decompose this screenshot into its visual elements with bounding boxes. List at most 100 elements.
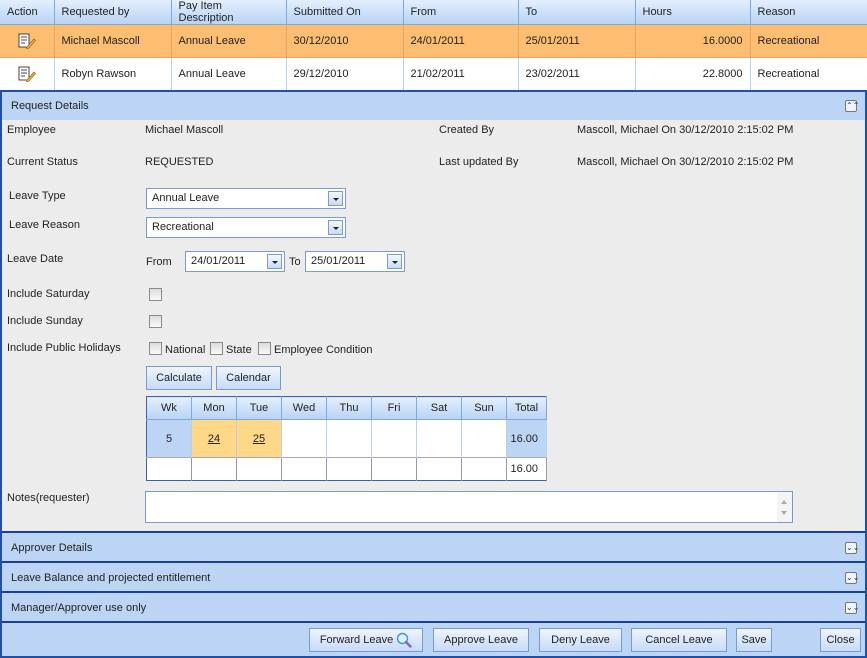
scroll-up-icon[interactable] bbox=[781, 500, 787, 504]
national-checkbox[interactable] bbox=[149, 342, 162, 355]
double-chevron-down-icon[interactable]: ⌄⌄ bbox=[845, 572, 859, 584]
include-public-holidays-label: Include Public Holidays bbox=[7, 342, 121, 354]
column-header-from[interactable]: From bbox=[403, 0, 519, 25]
table-row[interactable]: Michael Mascoll Annual Leave 30/12/2010 … bbox=[0, 24, 867, 58]
calculate-button[interactable]: Calculate bbox=[146, 366, 212, 390]
leave-balance-header[interactable]: Leave Balance and projected entitlement … bbox=[2, 561, 865, 591]
submitted-on-cell[interactable]: 30/12/2010 bbox=[286, 24, 404, 58]
column-header-reason[interactable]: Reason bbox=[750, 0, 867, 25]
calendar-header-row: Wk Mon Tue Wed Thu Fri Sat Sun Total bbox=[146, 396, 547, 420]
requested-by-cell[interactable]: Michael Mascoll bbox=[54, 24, 172, 58]
requested-by-cell[interactable]: Robyn Rawson bbox=[54, 57, 172, 91]
summary-empty-cell bbox=[371, 457, 417, 481]
current-status-label: Current Status bbox=[7, 156, 78, 168]
hours-cell[interactable]: 16.0000 bbox=[635, 24, 751, 58]
to-date-picker[interactable]: 25/01/2011 bbox=[305, 251, 405, 272]
reason-cell[interactable]: Recreational bbox=[750, 24, 867, 58]
notes-label: Notes(requester) bbox=[7, 492, 90, 504]
submitted-on-cell[interactable]: 29/12/2010 bbox=[286, 57, 404, 91]
column-header-hours[interactable]: Hours bbox=[635, 0, 751, 25]
scroll-down-icon[interactable] bbox=[781, 511, 787, 515]
day-cell-tue[interactable]: 25 bbox=[236, 419, 282, 458]
calendar-week-row: 5 24 25 16.00 bbox=[146, 419, 547, 458]
day-link[interactable]: 25 bbox=[253, 433, 265, 445]
column-header-requested-by[interactable]: Requested by bbox=[54, 0, 172, 25]
leave-reason-select[interactable]: Recreational bbox=[146, 217, 346, 238]
summary-empty-cell bbox=[191, 457, 237, 481]
leave-type-select[interactable]: Annual Leave bbox=[146, 188, 346, 209]
week-total-cell: 16.00 bbox=[506, 419, 547, 458]
calendar-header-tue: Tue bbox=[236, 396, 282, 420]
reason-cell[interactable]: Recreational bbox=[750, 57, 867, 91]
dropdown-arrow-icon[interactable] bbox=[328, 220, 343, 235]
summary-empty-cell bbox=[146, 457, 192, 481]
close-button[interactable]: Close bbox=[820, 628, 861, 652]
to-date-value: 25/01/2011 bbox=[311, 255, 366, 267]
forward-leave-button[interactable]: Forward Leave bbox=[309, 628, 423, 652]
leave-date-label: Leave Date bbox=[7, 253, 64, 265]
from-cell[interactable]: 24/01/2011 bbox=[403, 24, 519, 58]
notes-textarea[interactable] bbox=[145, 491, 793, 523]
save-button[interactable]: Save bbox=[736, 628, 772, 652]
dropdown-arrow-icon[interactable] bbox=[328, 191, 343, 206]
column-header-pay-item[interactable]: Pay Item Description bbox=[171, 0, 287, 25]
pay-item-cell[interactable]: Annual Leave bbox=[171, 57, 287, 91]
column-header-submitted-on[interactable]: Submitted On bbox=[286, 0, 404, 25]
include-sunday-label: Include Sunday bbox=[7, 315, 83, 327]
summary-empty-cell bbox=[461, 457, 507, 481]
employee-condition-label[interactable]: Employee Condition bbox=[274, 344, 372, 356]
double-chevron-down-icon[interactable]: ⌄⌄ bbox=[845, 602, 859, 614]
edit-document-icon[interactable] bbox=[18, 33, 36, 50]
approver-details-header[interactable]: Approver Details ⌄⌄ bbox=[2, 531, 865, 561]
edit-document-icon[interactable] bbox=[18, 66, 36, 83]
calendar-header-total: Total bbox=[506, 396, 547, 420]
dropdown-arrow-icon[interactable] bbox=[267, 254, 282, 269]
to-cell[interactable]: 25/01/2011 bbox=[518, 24, 636, 58]
day-cell-mon[interactable]: 24 bbox=[191, 419, 237, 458]
current-status-value: REQUESTED bbox=[145, 156, 214, 168]
cancel-leave-button[interactable]: Cancel Leave bbox=[631, 628, 727, 652]
pay-item-cell[interactable]: Annual Leave bbox=[171, 24, 287, 58]
double-chevron-down-icon[interactable]: ⌄⌄ bbox=[845, 542, 859, 554]
employee-label: Employee bbox=[7, 124, 56, 136]
column-header-action[interactable]: Action bbox=[0, 0, 55, 25]
hours-cell[interactable]: 22.8000 bbox=[635, 57, 751, 91]
calendar-header-wk: Wk bbox=[146, 396, 192, 420]
from-cell[interactable]: 21/02/2011 bbox=[403, 57, 519, 91]
approver-details-title: Approver Details bbox=[11, 542, 93, 554]
leave-reason-value: Recreational bbox=[152, 221, 214, 233]
deny-leave-button[interactable]: Deny Leave bbox=[539, 628, 622, 652]
state-label[interactable]: State bbox=[226, 344, 252, 356]
action-cell[interactable] bbox=[0, 57, 55, 91]
request-details-title: Request Details bbox=[11, 100, 89, 112]
calendar-header-fri: Fri bbox=[371, 396, 417, 420]
from-date-picker[interactable]: 24/01/2011 bbox=[185, 251, 285, 272]
double-chevron-up-icon[interactable]: ⌃⌃ bbox=[845, 100, 859, 112]
calendar-header-sun: Sun bbox=[461, 396, 507, 420]
notes-scrollbar[interactable] bbox=[777, 492, 792, 522]
manager-approver-header[interactable]: Manager/Approver use only ⌄⌄ bbox=[2, 591, 865, 621]
day-cell-thu bbox=[326, 419, 372, 458]
to-cell[interactable]: 23/02/2011 bbox=[518, 57, 636, 91]
include-saturday-checkbox[interactable] bbox=[149, 288, 162, 301]
column-header-to[interactable]: To bbox=[518, 0, 636, 25]
last-updated-value: Mascoll, Michael On 30/12/2010 2:15:02 P… bbox=[577, 156, 794, 168]
calendar-button[interactable]: Calendar bbox=[216, 366, 281, 390]
week-number-cell: 5 bbox=[146, 419, 192, 458]
national-label[interactable]: National bbox=[165, 344, 205, 356]
employee-condition-checkbox[interactable] bbox=[258, 342, 271, 355]
include-sunday-checkbox[interactable] bbox=[149, 315, 162, 328]
summary-empty-cell bbox=[281, 457, 327, 481]
state-checkbox[interactable] bbox=[210, 342, 223, 355]
day-cell-sun bbox=[461, 419, 507, 458]
dropdown-arrow-icon[interactable] bbox=[387, 254, 402, 269]
day-link[interactable]: 24 bbox=[208, 433, 220, 445]
table-row[interactable]: Robyn Rawson Annual Leave 29/12/2010 21/… bbox=[0, 57, 867, 91]
include-saturday-label: Include Saturday bbox=[7, 288, 90, 300]
approve-leave-button[interactable]: Approve Leave bbox=[433, 628, 529, 652]
day-cell-sat bbox=[416, 419, 462, 458]
manager-approver-title: Manager/Approver use only bbox=[11, 602, 147, 614]
action-cell[interactable] bbox=[0, 24, 55, 58]
leave-reason-label: Leave Reason bbox=[9, 219, 80, 231]
request-details-header[interactable]: Request Details ⌃⌃ bbox=[2, 92, 865, 120]
